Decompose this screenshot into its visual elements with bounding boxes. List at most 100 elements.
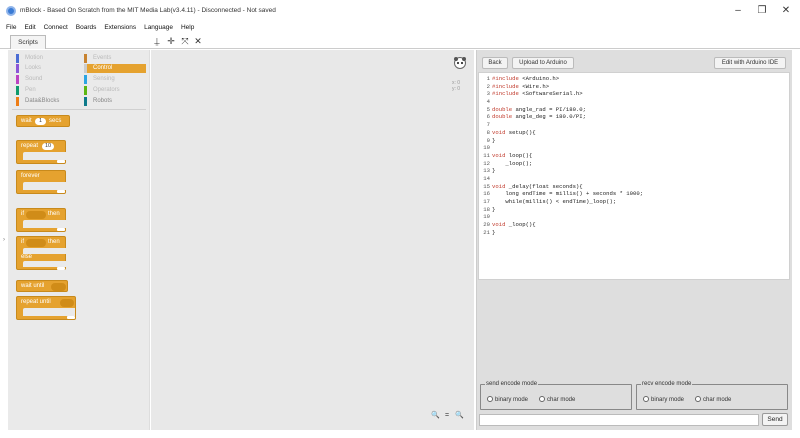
code-line: 10 [481, 144, 789, 152]
code-line: 17 while(millis() < endTime)_loop(); [481, 198, 789, 206]
line-number: 21 [483, 228, 490, 236]
zoom-out-icon[interactable]: 🔍 [431, 412, 440, 420]
send-button[interactable]: Send [762, 413, 788, 426]
send-binary-mode-radio[interactable]: binary mode [487, 396, 528, 403]
recv-char-mode-radio[interactable]: char mode [695, 396, 731, 403]
block-wait-until[interactable]: wait until [16, 280, 68, 292]
category-robots[interactable]: Robots [84, 97, 146, 106]
sprite-y: y: 0 [452, 86, 461, 92]
code-line: 7 [481, 121, 789, 129]
recv-encode-mode-group: recv encode mode binary mode char mode [636, 381, 788, 410]
line-number: 2 [486, 82, 490, 90]
block-wait-secs[interactable]: wait 1 secs [16, 115, 70, 127]
menu-boards[interactable]: Boards [76, 22, 97, 33]
code-keyword: double [492, 113, 513, 121]
panel-resize-grip[interactable]: › [3, 237, 7, 243]
category-sensing[interactable]: Sensing [84, 75, 146, 84]
code-line: 8 void setup(){ [481, 129, 789, 137]
category-data-blocks[interactable]: Data&Blocks [16, 97, 78, 106]
code-line: 5 double angle_rad = PI/180.0; [481, 106, 789, 114]
minimize-button[interactable]: – [726, 3, 750, 19]
mblock-app-icon [6, 6, 16, 16]
block-if-then-else[interactable]: if then else [16, 236, 67, 270]
block-forever[interactable]: forever [16, 170, 67, 194]
code-keyword: #include [492, 90, 519, 98]
code-line: 15 void _delay(float seconds){ [481, 183, 789, 191]
send-encode-mode-legend: send encode mode [485, 381, 539, 388]
edit-with-arduino-ide-button[interactable]: Edit with Arduino IDE [714, 57, 786, 69]
code-line: 20 void _loop(){ [481, 221, 789, 229]
send-char-mode-radio[interactable]: char mode [539, 396, 575, 403]
code-line: 19 [481, 213, 789, 221]
code-keyword: void [492, 182, 506, 190]
category-events[interactable]: Events [84, 54, 146, 63]
line-number: 18 [483, 205, 490, 213]
menu-extensions[interactable]: Extensions [104, 22, 136, 33]
arduino-code-view[interactable]: 1 #include <Arduino.h> 2 #include <Wire.h> 3… [478, 72, 790, 280]
code-lines: 1 #include <Arduino.h> 2 #include <Wire.h> 3… [479, 73, 789, 236]
shrink-icon[interactable]: ✕ [193, 36, 203, 46]
code-text: angle_rad = PI/180.0; [512, 105, 587, 113]
expand-icon[interactable]: ⤧ [180, 36, 190, 46]
line-number: 4 [486, 98, 490, 106]
code-line: 21} [481, 229, 789, 237]
serial-send-input[interactable] [479, 414, 759, 426]
category-motion[interactable]: Motion [16, 54, 78, 63]
restore-button[interactable]: ❐ [750, 3, 774, 19]
line-number: 13 [483, 167, 490, 175]
code-text: <Wire.h> [518, 82, 550, 90]
code-text: } [492, 136, 496, 144]
zoom-reset-icon[interactable]: = [443, 412, 451, 420]
repeat-count-value[interactable]: 10 [42, 143, 54, 150]
code-line: 18} [481, 206, 789, 214]
menu-bar: File Edit Connect Boards Extensions Lang… [0, 22, 800, 33]
category-pen[interactable]: Pen [16, 86, 78, 95]
recv-binary-mode-radio[interactable]: binary mode [643, 396, 684, 403]
category-control[interactable]: Control [84, 64, 146, 73]
menu-edit[interactable]: Edit [24, 22, 35, 33]
category-sound[interactable]: Sound [16, 75, 78, 84]
code-line: 12 _loop(); [481, 160, 789, 168]
line-number: 3 [486, 90, 490, 98]
tab-scripts[interactable]: Scripts [10, 35, 46, 49]
send-encode-mode-group: send encode mode binary mode char mode [480, 381, 632, 410]
close-button[interactable]: ✕ [774, 3, 798, 19]
category-operators[interactable]: Operators [84, 86, 146, 95]
code-line: 1 #include <Arduino.h> [481, 75, 789, 83]
line-number: 17 [483, 198, 490, 205]
code-text: <Arduino.h> [518, 75, 560, 82]
menu-connect[interactable]: Connect [44, 22, 68, 33]
back-button[interactable]: Back [482, 57, 508, 69]
code-line: 4 [481, 98, 789, 106]
menu-file[interactable]: File [6, 22, 16, 33]
wait-seconds-value[interactable]: 1 [35, 118, 46, 125]
palette-divider [12, 109, 146, 110]
block-if-then[interactable]: if then [16, 208, 67, 232]
upload-to-arduino-button[interactable]: Upload to Arduino [512, 57, 574, 69]
line-number: 11 [483, 151, 490, 159]
code-line: 2 #include <Wire.h> [481, 83, 789, 91]
code-text: } [492, 167, 496, 175]
code-line: 13} [481, 167, 789, 175]
window-title: mBlock - Based On Scratch from the MIT M… [20, 7, 276, 14]
code-keyword: void [492, 128, 506, 136]
code-text: <SoftwareSerial.h> [518, 90, 583, 98]
code-text: setup(){ [505, 128, 536, 136]
category-looks[interactable]: Looks [16, 64, 78, 73]
code-text: _loop(){ [505, 221, 536, 229]
block-palette: Motion Events Looks Control Sound Sensin… [8, 50, 150, 430]
code-text: } [492, 205, 496, 213]
zoom-in-icon[interactable]: 🔍 [455, 412, 464, 420]
grow-icon[interactable]: ✛ [166, 36, 176, 46]
code-text: long endTime = millis() + seconds * 1000… [492, 190, 644, 198]
line-number: 7 [486, 121, 490, 129]
line-number: 15 [483, 182, 490, 190]
block-repeat[interactable]: repeat 10 [16, 140, 67, 164]
menu-language[interactable]: Language [144, 22, 173, 33]
stamp-icon[interactable]: ⍊ [152, 36, 162, 46]
menu-help[interactable]: Help [181, 22, 194, 33]
code-text: _loop(); [492, 159, 533, 167]
block-repeat-until[interactable]: repeat until [16, 296, 76, 320]
script-area[interactable] [151, 50, 474, 430]
code-text: while(millis() < endTime)_loop(); [492, 198, 617, 205]
